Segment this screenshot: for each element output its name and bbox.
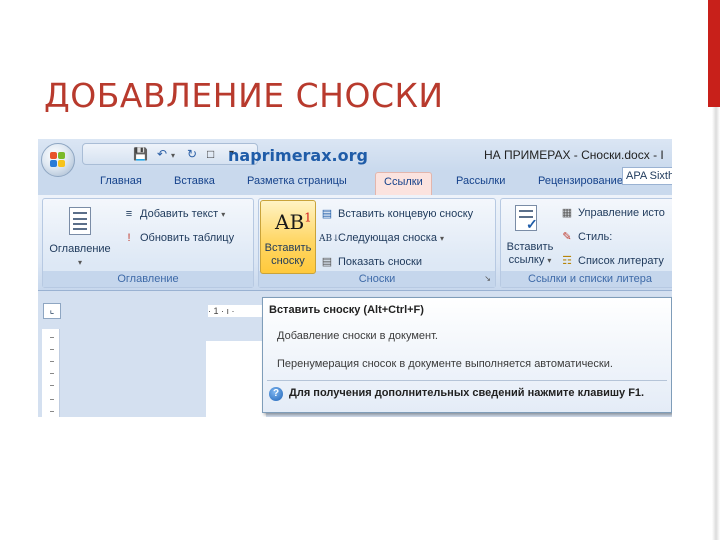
- table-of-contents-label: Оглавление: [49, 243, 111, 255]
- insert-citation-label-1: Вставить: [506, 241, 554, 253]
- slide-accent-stripe: [712, 107, 720, 540]
- update-table-icon: !: [127, 232, 131, 244]
- site-name: naprimerax.org: [228, 146, 368, 165]
- chevron-down-icon: ▾: [547, 256, 552, 265]
- insert-endnote-button[interactable]: ▤ Вставить концевую сноску: [319, 204, 473, 224]
- ribbon-tabs: Главная Вставка Разметка страницы Ссылки…: [38, 171, 672, 196]
- group-label-toc: Оглавление: [43, 271, 253, 287]
- style-icon: ✎: [562, 231, 572, 243]
- bibliography-button[interactable]: ☶ Список литерату: [559, 251, 664, 271]
- help-icon: ?: [269, 387, 283, 401]
- chevron-down-icon: ▾: [221, 210, 226, 219]
- group-label-citations: Ссылки и списки литера: [501, 271, 672, 287]
- insert-footnote-tooltip: Вставить сноску (Alt+Ctrl+F) Добавление …: [262, 297, 672, 413]
- tooltip-note: Перенумерация сносок в документе выполня…: [277, 358, 613, 370]
- group-table-of-contents: Оглавление ▾ ≡ Добавить текст ▾ ! Обновить …: [42, 198, 254, 288]
- insert-citation-icon: ✓: [515, 205, 538, 232]
- show-notes-button[interactable]: ▤ Показать сноски: [319, 252, 422, 272]
- tooltip-help-text: Для получения дополнительных сведений на…: [289, 387, 645, 399]
- tab-insert[interactable]: Вставка: [174, 175, 215, 187]
- update-table-button[interactable]: ! Обновить таблицу: [121, 228, 234, 248]
- tooltip-title: Вставить сноску (Alt+Ctrl+F): [269, 304, 424, 316]
- next-footnote-label: Следующая сноска: [338, 232, 437, 244]
- show-notes-label: Показать сноски: [338, 256, 422, 268]
- vertical-ruler[interactable]: [42, 329, 60, 417]
- save-icon[interactable]: 💾: [133, 148, 148, 160]
- table-of-contents-icon: [69, 207, 91, 235]
- next-footnote-button[interactable]: AB↓Следующая сноска ▾: [319, 228, 444, 248]
- redo-icon[interactable]: ↻: [187, 148, 197, 160]
- manage-sources-button[interactable]: ▦ Управление исто: [559, 203, 665, 223]
- chevron-down-icon: ▾: [440, 234, 445, 243]
- add-text-icon: ≡: [125, 208, 133, 220]
- bibliography-label: Список литерату: [578, 255, 664, 267]
- tab-mailings[interactable]: Рассылки: [456, 175, 505, 187]
- style-label-group: ✎ Стиль:: [559, 227, 612, 247]
- tab-review[interactable]: Рецензирование: [538, 175, 623, 187]
- insert-footnote-label-1: Вставить: [264, 242, 312, 254]
- office-logo-icon: [50, 152, 66, 168]
- tooltip-divider: [267, 380, 667, 381]
- insert-endnote-icon: ▤: [321, 208, 333, 220]
- bibliography-icon: ☶: [562, 255, 572, 267]
- horizontal-ruler[interactable]: · 1 · ı ·: [208, 305, 262, 317]
- dialog-launcher-icon[interactable]: ↘: [484, 271, 491, 287]
- group-label-footnotes-text: Сноски: [358, 273, 396, 285]
- office-button[interactable]: [41, 143, 75, 177]
- tooltip-description: Добавление сноски в документ.: [277, 330, 438, 342]
- tab-references[interactable]: Ссылки: [375, 172, 432, 196]
- group-citations: ✓ Вставить ссылку ▾ ▦ Управление исто ✎ Сти…: [500, 198, 672, 288]
- style-select[interactable]: APA Sixth: [622, 167, 672, 185]
- title-bar: 💾 ↶ ▾ ↻ □ ▾ naprimerax.org НА ПРИМЕРАХ -…: [38, 139, 672, 171]
- style-label: Стиль:: [578, 231, 613, 243]
- window-title: НА ПРИМЕРАХ - Сноски.docx - I: [484, 148, 664, 162]
- show-notes-icon: ▤: [321, 256, 333, 268]
- tab-selector-icon[interactable]: ⌞: [43, 303, 61, 319]
- table-of-contents-button[interactable]: Оглавление ▾: [45, 243, 115, 269]
- word-screenshot: 💾 ↶ ▾ ↻ □ ▾ naprimerax.org НА ПРИМЕРАХ -…: [38, 139, 672, 417]
- undo-icon[interactable]: ↶: [157, 148, 167, 160]
- update-table-label: Обновить таблицу: [140, 232, 235, 244]
- slide-accent-bar: [708, 0, 720, 107]
- new-document-icon[interactable]: □: [207, 148, 214, 160]
- slide-title: ДОБАВЛЕНИЕ СНОСКИ: [44, 76, 444, 115]
- insert-footnote-icon: AB1: [275, 210, 312, 234]
- undo-dropdown-icon[interactable]: ▾: [171, 148, 175, 162]
- insert-footnote-label-2: сноску: [271, 255, 305, 267]
- tab-page-layout[interactable]: Разметка страницы: [247, 175, 347, 187]
- chevron-down-icon: ▾: [77, 258, 82, 267]
- insert-footnote-button[interactable]: AB1 Вставить сноску: [260, 200, 316, 274]
- next-footnote-icon: AB↓: [319, 234, 340, 244]
- tab-home[interactable]: Главная: [100, 175, 142, 187]
- insert-citation-button[interactable]: Вставить ссылку ▾: [503, 241, 557, 267]
- add-text-button[interactable]: ≡ Добавить текст ▾: [121, 204, 225, 224]
- add-text-label: Добавить текст: [140, 208, 219, 220]
- manage-sources-icon: ▦: [561, 207, 573, 219]
- document-page[interactable]: [206, 341, 266, 417]
- manage-sources-label: Управление исто: [578, 207, 665, 219]
- ribbon: Оглавление ▾ ≡ Добавить текст ▾ ! Обновить …: [38, 195, 672, 291]
- insert-endnote-label: Вставить концевую сноску: [338, 208, 474, 220]
- insert-citation-label-2: ссылку: [508, 254, 545, 266]
